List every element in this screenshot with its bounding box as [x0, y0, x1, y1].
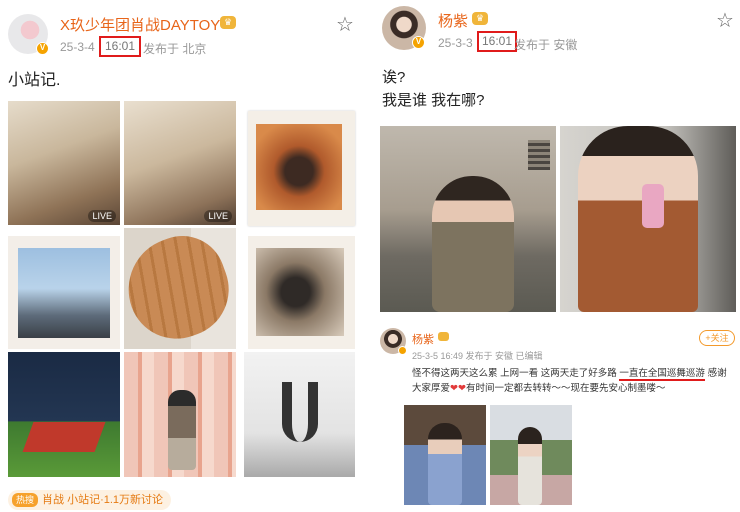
right-post: V 杨紫 ♛ 25-3-3 16:01 发布于 安徽 ☆ 诶? 我是谁 我在哪?… — [372, 0, 740, 512]
photo-3[interactable] — [248, 111, 355, 226]
phone-image — [642, 184, 664, 228]
topic-chip[interactable]: 热搜 肖战 小站记·1.1万新讨论 — [8, 490, 172, 510]
croissant-image — [124, 228, 236, 349]
embedded-text: 怪不得这两天这么累 上网一看 这两天走了好多路 一直在全国巡舞巡游 感谢大家厚爱… — [412, 366, 730, 396]
photo-9[interactable] — [244, 352, 355, 477]
photo-2[interactable] — [560, 126, 736, 312]
crown-icon — [438, 332, 449, 341]
embedded-photo-2[interactable] — [490, 405, 572, 505]
photo-7[interactable] — [8, 352, 120, 477]
person-image — [168, 390, 196, 470]
person-image — [578, 126, 698, 312]
verified-icon: V — [36, 42, 49, 55]
star-icon[interactable]: ☆ — [716, 8, 734, 33]
sculpture-image — [282, 382, 318, 442]
photo-image — [256, 124, 342, 210]
photo-8[interactable] — [124, 352, 236, 477]
crown-icon: ♛ — [220, 16, 236, 29]
live-badge: LIVE — [204, 210, 232, 222]
photo-1[interactable]: LIVE — [8, 101, 120, 225]
photo-5[interactable] — [124, 228, 236, 349]
photo-2[interactable]: LIVE — [124, 101, 236, 225]
left-post: V X玖少年团肖战DAYTOY ♛ 25-3-4 16:01 发布于 北京 ☆ … — [0, 0, 366, 512]
post-text: 小站记. — [8, 72, 61, 89]
photo-4[interactable] — [8, 236, 120, 349]
post-text-line-1: 诶? — [382, 69, 406, 86]
person-image — [432, 176, 514, 312]
post-location: 发布于 北京 — [143, 42, 207, 56]
photo-1[interactable] — [380, 126, 556, 312]
post-date: 25-3-3 — [438, 36, 473, 50]
chair-image — [22, 422, 106, 452]
follow-button[interactable]: +关注 — [699, 330, 735, 346]
text-part: 有时间一定都去转转～～现在要先安心制墨喽～ — [465, 383, 666, 394]
verified-icon: V — [412, 36, 425, 49]
username[interactable]: X玖少年团肖战DAYTOY — [60, 14, 220, 35]
post-time-highlight: 16:01 — [99, 36, 141, 57]
photo-6[interactable] — [248, 236, 355, 349]
heart-icon: ❤❤ — [450, 383, 466, 394]
star-icon[interactable]: ☆ — [336, 12, 354, 37]
verified-icon — [398, 346, 407, 355]
post-location: 发布于 安徽 — [514, 38, 578, 52]
crown-icon: ♛ — [472, 12, 488, 25]
post-time-highlight: 16:01 — [477, 31, 517, 52]
post-date: 25-3-4 — [60, 40, 95, 54]
embedded-photo-1[interactable] — [404, 405, 486, 505]
text-part: 怪不得这两天这么累 上网一看 这两天走了好多路 — [412, 368, 620, 379]
topic-text: 肖战 小站记·1.1万新讨论 — [42, 494, 164, 506]
post-text-line-2: 我是谁 我在哪? — [382, 92, 485, 109]
window-image — [528, 140, 550, 170]
embedded-meta: 25-3-5 16:49 发布于 安徽 已编辑 — [412, 351, 543, 361]
photo-image — [256, 248, 344, 336]
photo-image — [18, 248, 110, 338]
highlighted-text: 一直在全国巡舞巡游 — [619, 368, 705, 381]
username[interactable]: 杨紫 — [438, 10, 468, 31]
live-badge: LIVE — [88, 210, 116, 222]
hot-tag: 热搜 — [12, 493, 39, 507]
person-image — [428, 423, 462, 505]
embedded-username[interactable]: 杨紫 — [412, 331, 434, 347]
person-image — [518, 427, 542, 505]
